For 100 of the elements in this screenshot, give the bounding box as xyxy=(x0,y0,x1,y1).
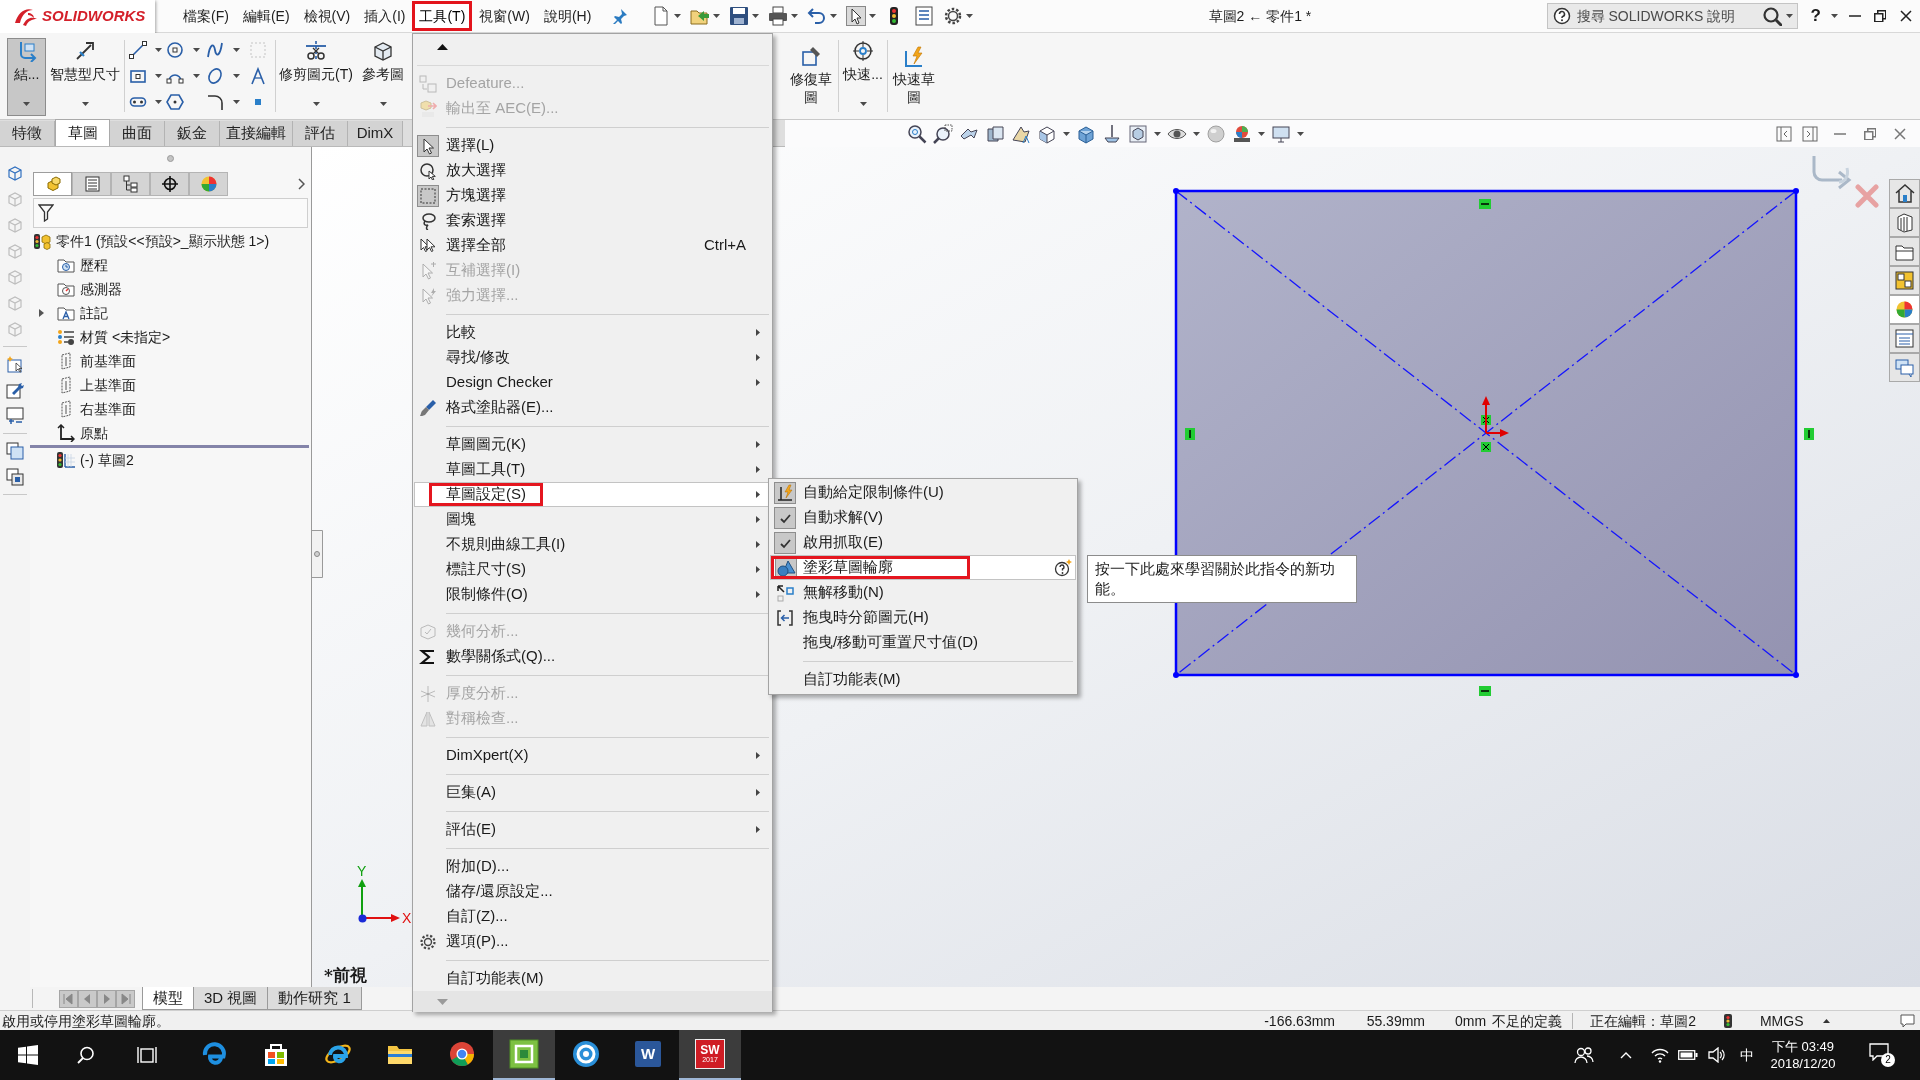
tile-left-icon[interactable] xyxy=(1776,125,1792,142)
view-palette-icon[interactable] xyxy=(1889,266,1920,295)
tree-item[interactable]: 註記 xyxy=(80,302,108,324)
menu-item[interactable]: 圖塊 xyxy=(414,507,771,532)
circle-icon[interactable] xyxy=(166,41,184,59)
last-page-icon[interactable] xyxy=(116,989,135,1008)
menu-item[interactable]: 方塊選擇 xyxy=(414,183,771,208)
view-tab[interactable]: 3D 視圖 xyxy=(194,987,269,1010)
menu-item[interactable]: 儲存/還原設定... xyxy=(414,879,771,904)
menu-bar-item[interactable]: 檢視(V) xyxy=(296,1,358,31)
view-tab[interactable]: 模型 xyxy=(142,987,194,1010)
menu-item[interactable]: 自動求解(V) xyxy=(770,505,1076,530)
battery-icon[interactable] xyxy=(1678,1050,1698,1060)
speaker-icon[interactable] xyxy=(1708,1047,1726,1063)
menu-item[interactable]: 數學關係式(Q)... xyxy=(414,644,771,669)
rectangle-icon[interactable] xyxy=(129,67,147,85)
sketch-origin-icon[interactable] xyxy=(1482,396,1509,437)
help-button[interactable]: ? xyxy=(1810,6,1821,26)
text-tool-icon[interactable] xyxy=(249,67,267,85)
view-tab[interactable]: 動作研究 1 xyxy=(268,987,362,1010)
command-tab[interactable]: 曲面 xyxy=(110,121,165,146)
close-icon[interactable] xyxy=(1900,10,1912,22)
caret-icon[interactable] xyxy=(791,14,799,18)
ellipse-icon[interactable] xyxy=(206,67,224,85)
units-selector[interactable]: MMGS xyxy=(1759,1011,1804,1030)
previous-icon[interactable] xyxy=(78,989,97,1008)
undo-icon[interactable] xyxy=(807,6,828,26)
caret-icon[interactable] xyxy=(830,14,838,18)
search-icon[interactable] xyxy=(77,1046,95,1064)
taskbar-button[interactable] xyxy=(493,1030,555,1080)
caret-icon[interactable] xyxy=(713,14,721,18)
help-icon[interactable] xyxy=(1552,7,1571,25)
horizontal-relation-icon[interactable] xyxy=(1479,199,1491,209)
caret-icon[interactable] xyxy=(1154,131,1161,136)
tile-right-icon[interactable] xyxy=(1802,125,1818,142)
ribbon-button[interactable]: 快速草圖 xyxy=(891,33,937,119)
spline-icon[interactable] xyxy=(206,41,224,59)
tree-item[interactable]: 原點 xyxy=(80,422,108,444)
caret-icon[interactable] xyxy=(193,74,200,78)
scene-icon[interactable] xyxy=(1232,123,1252,144)
menu-item[interactable]: 拖曳時分節圖元(H) xyxy=(770,605,1076,630)
tree-item[interactable]: 前基準面 xyxy=(80,350,136,372)
striped-cylinder-icon[interactable] xyxy=(1889,208,1920,237)
search-icon[interactable] xyxy=(1761,6,1782,26)
menu-item[interactable]: 不規則曲線工具(I) xyxy=(414,532,771,557)
vertical-relation-icon[interactable] xyxy=(1185,428,1195,440)
sketch-point[interactable] xyxy=(1793,188,1799,194)
caret-icon[interactable] xyxy=(81,102,89,106)
whats-new-icon[interactable] xyxy=(1054,558,1072,577)
menu-bar-item[interactable]: 視窗(W) xyxy=(472,1,537,31)
sketch-point[interactable] xyxy=(1173,672,1179,678)
caret-icon[interactable] xyxy=(155,48,162,52)
caret-icon[interactable] xyxy=(1258,131,1265,136)
properties-list-icon[interactable] xyxy=(1889,324,1920,353)
menu-bar-item[interactable]: 說明(H) xyxy=(536,1,599,31)
command-tab[interactable]: 特徵 xyxy=(0,121,55,146)
caret-icon[interactable] xyxy=(674,14,682,18)
command-tab[interactable]: 草圖 xyxy=(55,119,110,146)
menu-item[interactable]: 尋找/修改 xyxy=(414,345,771,370)
people-icon[interactable] xyxy=(1574,1046,1594,1064)
caret-icon[interactable] xyxy=(1297,131,1304,136)
caret-icon[interactable] xyxy=(155,74,162,78)
print-icon[interactable] xyxy=(768,6,789,26)
gear-icon[interactable] xyxy=(943,6,964,26)
caret-icon[interactable] xyxy=(869,14,877,18)
command-tab[interactable]: DimX xyxy=(348,121,403,146)
dotted-square-icon[interactable] xyxy=(249,41,267,59)
chat-icon[interactable] xyxy=(1889,353,1920,382)
stacked-windows-icon[interactable] xyxy=(6,442,24,460)
zoom-to-fit-icon[interactable] xyxy=(907,123,927,144)
caret-icon[interactable] xyxy=(233,100,240,104)
menu-item[interactable]: DimXpert(X) xyxy=(414,743,771,768)
panel-tab[interactable] xyxy=(111,172,150,196)
caret-icon[interactable] xyxy=(233,74,240,78)
menu-item[interactable]: 選擇(L) xyxy=(414,133,771,158)
menu-item[interactable]: 限制條件(O) xyxy=(414,582,771,607)
caret-icon[interactable] xyxy=(966,14,974,18)
menu-item[interactable]: Design Checker xyxy=(414,370,771,395)
wrench-icon[interactable] xyxy=(6,381,24,399)
menu-item[interactable]: 套索選擇 xyxy=(414,208,771,233)
caret-icon[interactable] xyxy=(379,102,387,106)
tree-item[interactable]: 右基準面 xyxy=(80,398,136,420)
menu-bar-item[interactable]: 插入(I) xyxy=(357,1,413,31)
ribbon-button[interactable]: 快速... xyxy=(842,38,884,116)
sketch-star-icon[interactable] xyxy=(6,355,24,373)
menu-item[interactable]: 比較 xyxy=(414,320,771,345)
caret-icon[interactable] xyxy=(1831,14,1838,18)
menu-item[interactable]: 無解移動(N) xyxy=(770,580,1076,605)
search-field[interactable]: 搜尋 SOLIDWORKS 說明 xyxy=(1546,3,1798,29)
ribbon-button[interactable]: 參考圖 xyxy=(356,38,410,116)
expand-arrow-icon[interactable] xyxy=(38,309,44,317)
folder-icon[interactable] xyxy=(1889,237,1920,266)
traffic-light-icon[interactable] xyxy=(1723,1013,1732,1028)
hexagon-box-icon[interactable] xyxy=(1128,123,1148,144)
menu-item[interactable]: 自訂功能表(M) xyxy=(414,966,771,991)
wifi-icon[interactable] xyxy=(1651,1047,1669,1063)
list-icon[interactable] xyxy=(914,6,935,26)
save-icon[interactable] xyxy=(729,6,750,26)
view-cube-icon[interactable] xyxy=(6,164,24,182)
ribbon-button[interactable]: 修復草圖 xyxy=(787,33,835,119)
